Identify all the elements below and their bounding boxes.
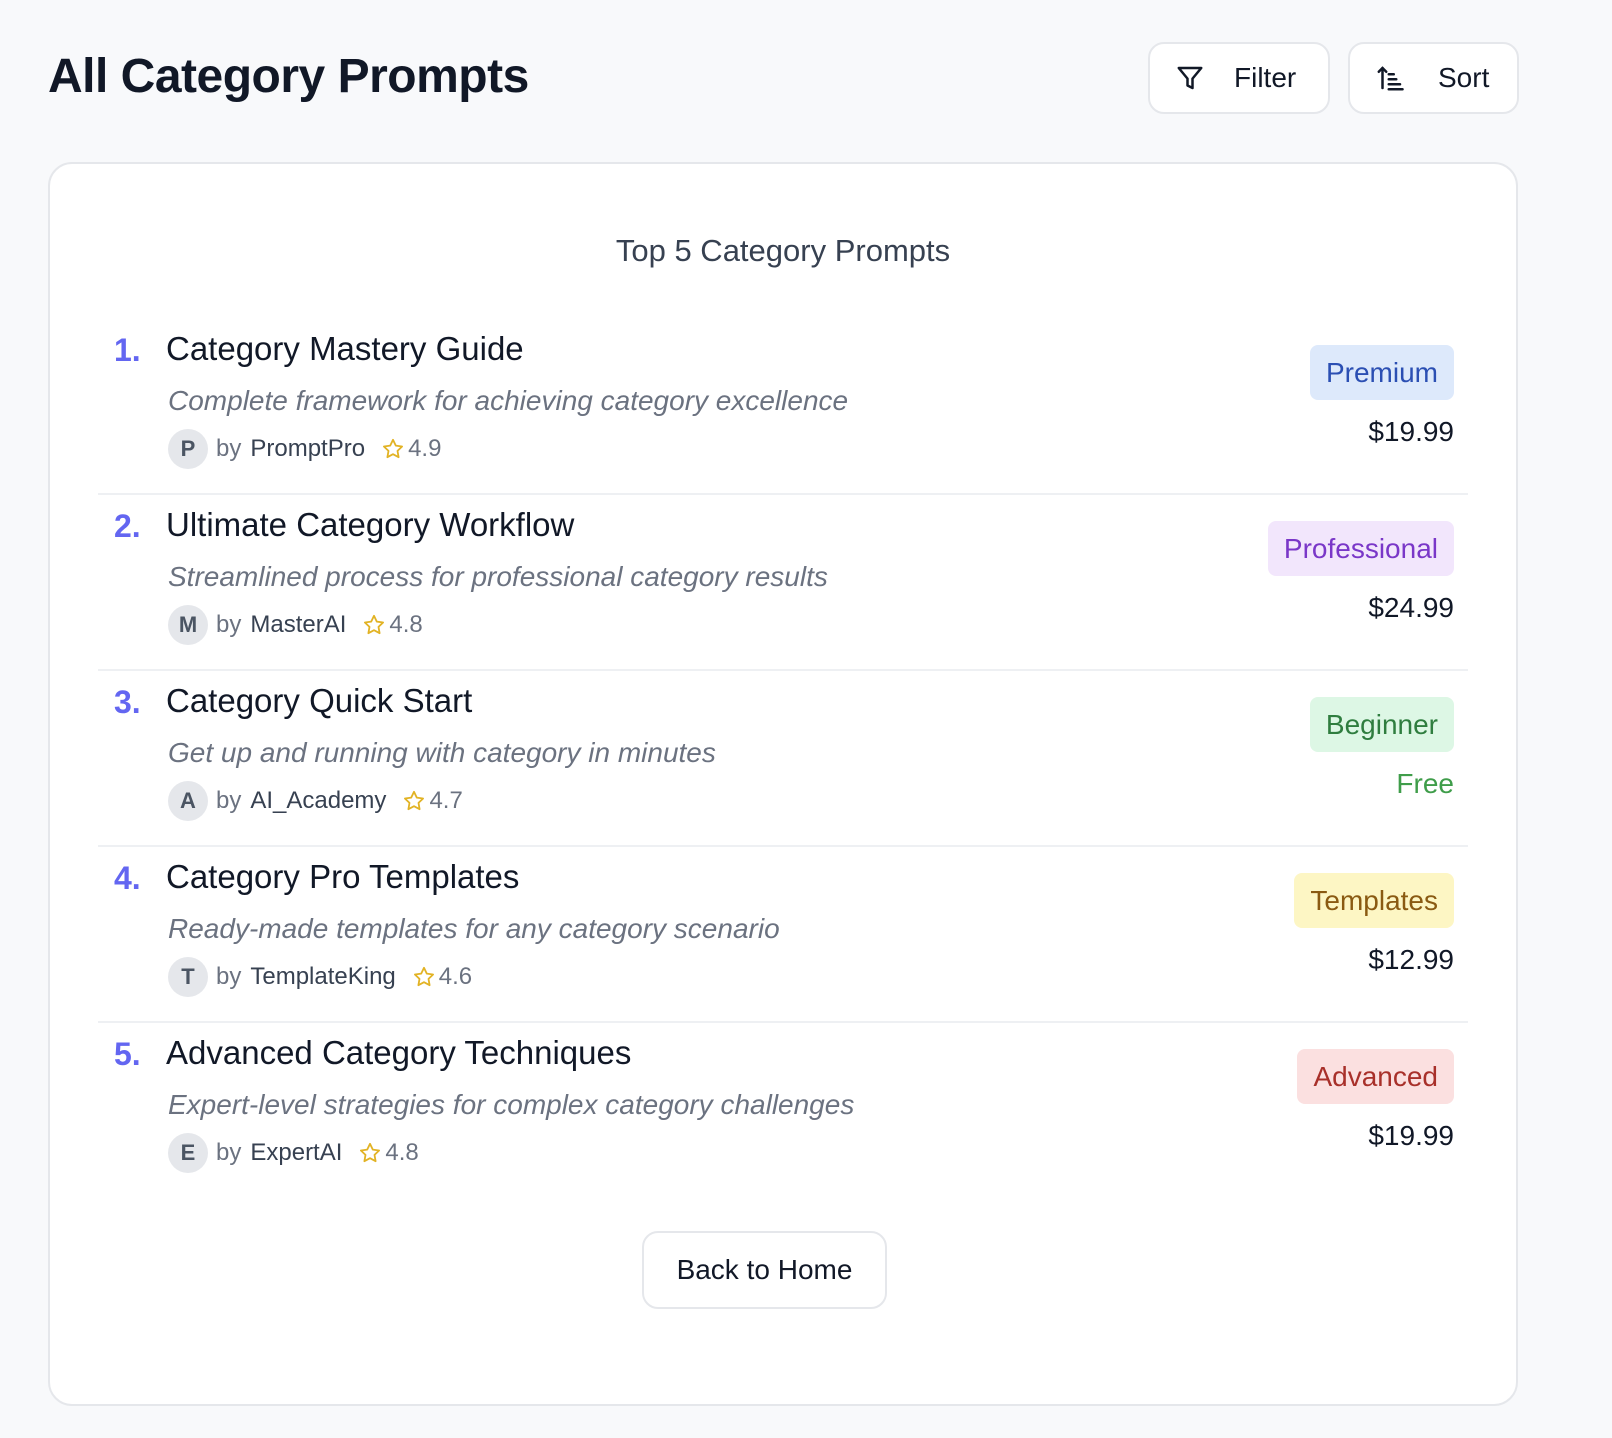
sort-button-label: Sort <box>1438 62 1490 93</box>
prompt-description: Ready-made templates for any category sc… <box>168 913 780 944</box>
prompt-title[interactable]: Advanced Category Techniques <box>166 1033 631 1073</box>
card-title: Top 5 Category Prompts <box>615 233 951 268</box>
by-label: by <box>216 787 242 814</box>
page-header: All Category Prompts Filter Sort <box>48 42 1519 116</box>
author-avatar: T <box>168 957 208 997</box>
prompt-row[interactable]: 3. Category Quick Start Get up and running… <box>98 671 1468 847</box>
prompt-title[interactable]: Ultimate Category Workflow <box>166 505 574 545</box>
author-name[interactable]: TemplateKing <box>250 963 395 991</box>
star-outline-icon <box>402 789 426 813</box>
prompt-description: Get up and running with category in minu… <box>168 737 716 768</box>
category-badge: Premium <box>1309 345 1454 400</box>
author-avatar: A <box>168 781 208 821</box>
category-badge: Templates <box>1294 873 1454 928</box>
prompt-row[interactable]: 5. Advanced Category Techniques Expert-lev… <box>98 1023 1468 1199</box>
price-label: $19.99 <box>1368 1120 1454 1151</box>
sort-button[interactable]: Sort <box>1348 42 1519 114</box>
prompt-meta: Tby TemplateKing 4.6 <box>168 957 472 997</box>
prompt-rank: 1. <box>114 332 141 368</box>
author-name[interactable]: AI_Academy <box>250 787 386 815</box>
prompt-meta: Mby MasterAI 4.8 <box>168 605 423 645</box>
back-to-home-button[interactable]: Back to Home <box>642 1231 887 1309</box>
prompt-list: 1. Category Mastery Guide Complete framewo… <box>98 319 1468 1199</box>
prompt-meta: Pby PromptPro 4.9 <box>168 429 441 469</box>
prompt-row[interactable]: 2. Ultimate Category Workflow Streamlined … <box>98 495 1468 671</box>
filter-icon <box>1174 62 1206 94</box>
filter-button[interactable]: Filter <box>1148 42 1330 114</box>
by-label: by <box>216 1139 242 1166</box>
price-label: $12.99 <box>1368 944 1454 975</box>
prompt-rank: 2. <box>114 508 141 544</box>
category-badge: Advanced <box>1297 1049 1454 1104</box>
prompt-title[interactable]: Category Pro Templates <box>166 857 519 897</box>
author-name[interactable]: ExpertAI <box>250 1139 342 1167</box>
price-label: Free <box>1396 768 1454 799</box>
by-label: by <box>216 963 242 990</box>
prompt-rank: 3. <box>114 684 141 720</box>
sort-ascending-icon <box>1374 62 1406 94</box>
by-label: by <box>216 435 242 462</box>
page-title: All Category Prompts <box>48 50 529 103</box>
star-outline-icon <box>381 437 405 461</box>
author-avatar: P <box>168 429 208 469</box>
prompt-description: Streamlined process for professional cat… <box>168 561 828 592</box>
rating-value: 4.8 <box>389 611 423 638</box>
rating-value: 4.8 <box>385 1139 419 1166</box>
prompt-title[interactable]: Category Quick Start <box>166 681 472 721</box>
prompt-description: Expert-level strategies for complex cate… <box>168 1089 855 1120</box>
category-badge: Professional <box>1267 521 1454 576</box>
filter-button-label: Filter <box>1234 62 1297 93</box>
by-label: by <box>216 611 242 638</box>
prompts-card: Top 5 Category Prompts 1. Category Master… <box>48 162 1518 1406</box>
author-avatar: E <box>168 1133 208 1173</box>
category-badge: Beginner <box>1309 697 1454 752</box>
prompt-description: Complete framework for achieving categor… <box>168 385 849 416</box>
rating-value: 4.6 <box>438 963 473 990</box>
prompt-rank: 4. <box>114 860 141 896</box>
rating-value: 4.7 <box>429 787 463 814</box>
author-name[interactable]: PromptPro <box>250 435 365 463</box>
prompt-title[interactable]: Category Mastery Guide <box>166 329 524 369</box>
prompt-row[interactable]: 4. Category Pro Templates Ready-made templ… <box>98 847 1468 1023</box>
price-label: $24.99 <box>1368 592 1454 623</box>
star-outline-icon <box>362 613 386 637</box>
author-avatar: M <box>168 605 208 645</box>
rating-value: 4.9 <box>408 435 442 462</box>
prompt-row[interactable]: 1. Category Mastery Guide Complete framewo… <box>98 319 1468 495</box>
price-label: $19.99 <box>1368 416 1454 447</box>
prompt-meta: Aby AI_Academy 4.7 <box>168 781 463 821</box>
star-outline-icon <box>412 965 436 989</box>
star-outline-icon <box>358 1141 382 1165</box>
prompt-rank: 5. <box>114 1036 141 1072</box>
prompt-meta: Eby ExpertAI 4.8 <box>168 1133 419 1173</box>
author-name[interactable]: MasterAI <box>250 611 346 639</box>
